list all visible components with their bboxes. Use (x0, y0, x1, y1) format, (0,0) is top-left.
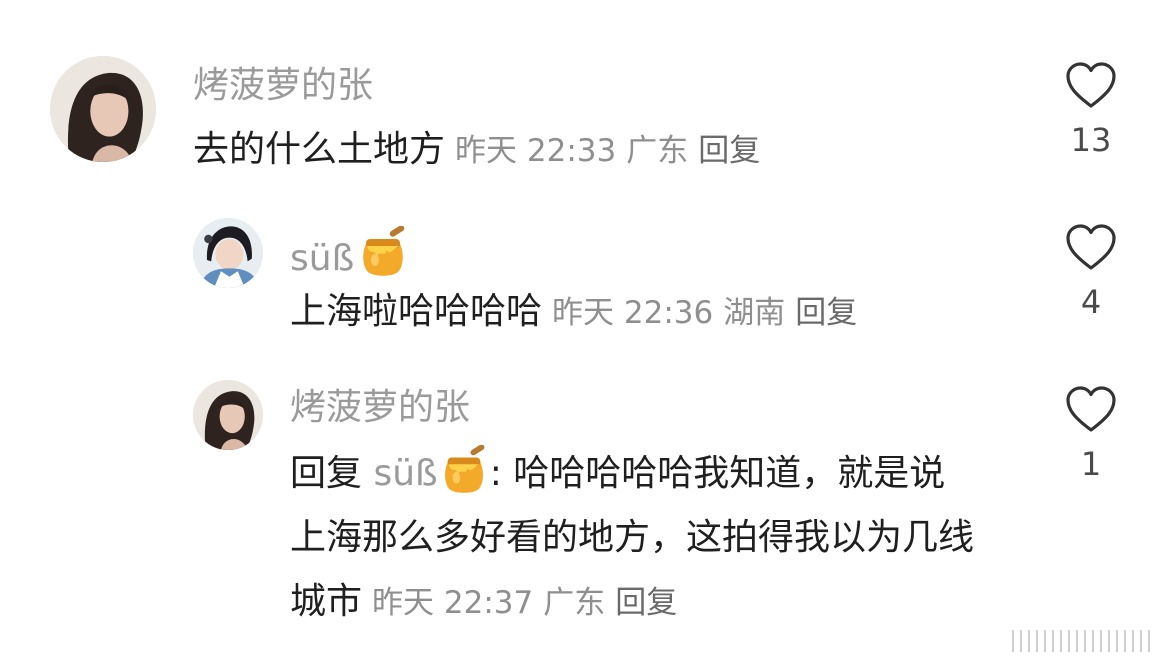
reply-colon: : (489, 453, 514, 494)
reply-item: süß 上海啦哈哈哈哈 昨天 22:36 湖南 回复 4 (0, 190, 1170, 350)
honey-pot-emoji (363, 226, 405, 276)
comment-meta: 昨天 22:33 广东 回复 (455, 133, 770, 169)
comment-location: 广东 (543, 585, 606, 621)
comment-meta: 昨天 22:36 湖南 回复 (552, 295, 867, 331)
comment-time: 昨天 22:33 (455, 133, 617, 169)
avatar-image (193, 218, 263, 288)
like-count: 1 (1080, 445, 1102, 483)
heart-outline-icon (1066, 224, 1116, 270)
comment-username[interactable]: 烤菠萝的张 (193, 64, 373, 108)
like-count: 4 (1080, 283, 1102, 321)
comment-body: 上海啦哈哈哈哈 昨天 22:36 湖南 回复 (290, 280, 1050, 345)
like-button[interactable]: 1 (1063, 386, 1119, 484)
comment-time: 昨天 22:36 (552, 295, 714, 331)
comment-location: 广东 (626, 133, 689, 169)
like-button[interactable]: 4 (1063, 224, 1119, 322)
reply-button[interactable]: 回复 (795, 295, 857, 331)
comment-body: 去的什么土地方 昨天 22:33 广东 回复 (193, 118, 1033, 183)
avatar-image (193, 380, 263, 450)
comment-body: 回复 süß : 哈哈哈哈哈我知道，就是说上海那么多好看的地方，这拍得我以为几线… (290, 442, 980, 635)
avatar[interactable] (193, 380, 263, 450)
reply-target-username[interactable]: süß (373, 453, 437, 494)
heart-outline-icon (1066, 386, 1116, 432)
avatar[interactable] (50, 56, 156, 162)
reply-prefix: 回复 (290, 453, 363, 494)
comment-text: 上海啦哈哈哈哈 (290, 291, 543, 332)
heart-outline-icon (1066, 62, 1116, 108)
comment-username[interactable]: süß (290, 226, 408, 281)
avatar-image (50, 56, 156, 162)
reply-button[interactable]: 回复 (615, 585, 677, 621)
reply-item: 烤菠萝的张 回复 süß : 哈哈哈哈哈我知道，就是说上海那么多好看的地方，这拍… (0, 350, 1170, 672)
like-button[interactable]: 13 (1063, 62, 1119, 160)
avatar[interactable] (193, 218, 263, 288)
honey-pot-emoji (444, 445, 485, 493)
comment-username[interactable]: 烤菠萝的张 (290, 386, 470, 430)
username-text: süß (290, 238, 355, 279)
comment-location: 湖南 (723, 295, 786, 331)
comment-time: 昨天 22:37 (372, 585, 534, 621)
comment-text: 去的什么土地方 (193, 129, 446, 170)
like-count: 13 (1070, 121, 1112, 159)
comment-item: 烤菠萝的张 去的什么土地方 昨天 22:33 广东 回复 13 (0, 0, 1170, 190)
comment-meta: 昨天 22:37 广东 回复 (372, 585, 687, 621)
reply-button[interactable]: 回复 (698, 133, 760, 169)
scroll-indicator (1012, 628, 1160, 654)
